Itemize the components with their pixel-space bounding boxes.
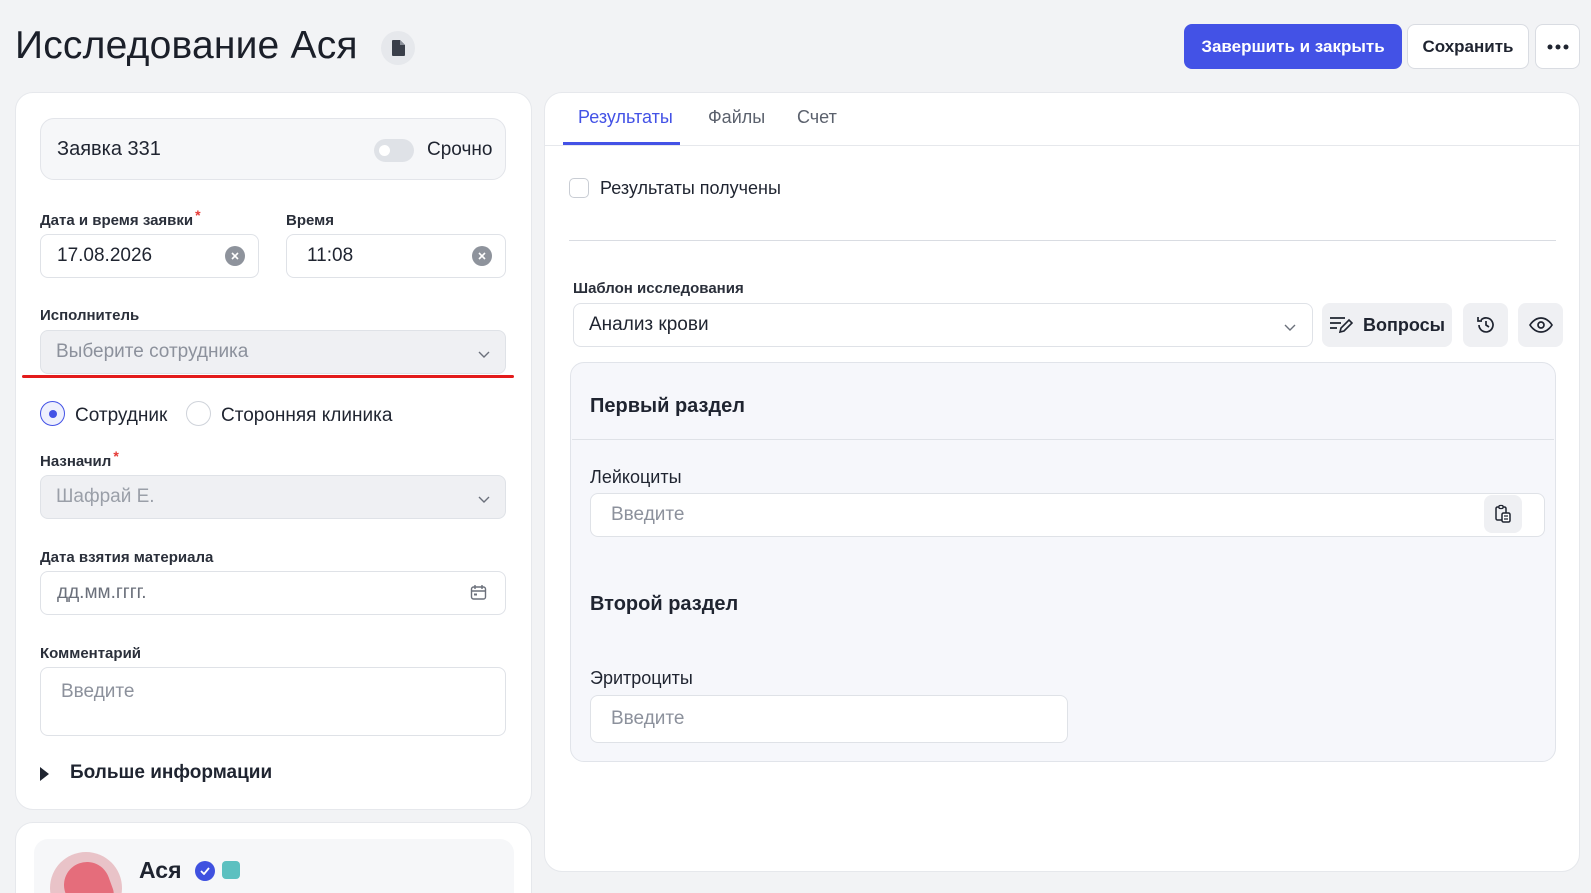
finish-and-close-button[interactable]: Завершить и закрыть — [1184, 24, 1402, 69]
clear-icon[interactable] — [472, 246, 492, 266]
expand-triangle-icon[interactable] — [40, 767, 49, 781]
edit-list-icon — [1329, 317, 1353, 334]
urgent-toggle-knob — [379, 145, 390, 156]
tabs-divider — [545, 145, 1579, 146]
section-title: Второй раздел — [590, 593, 739, 615]
more-info-toggle[interactable]: Больше информации — [70, 762, 272, 784]
tab-results[interactable]: Результаты — [578, 107, 673, 128]
results-received-checkbox[interactable] — [569, 178, 589, 198]
assigned-label: Назначил * — [40, 448, 119, 470]
erythrocytes-input[interactable]: Введите — [590, 695, 1068, 743]
time-label: Время — [286, 212, 334, 229]
results-received-label: Результаты получены — [600, 178, 781, 198]
erythrocytes-placeholder: Введите — [611, 708, 685, 729]
clear-icon[interactable] — [225, 246, 245, 266]
questions-label: Вопросы — [1362, 314, 1445, 335]
tab-invoice[interactable]: Счет — [797, 107, 837, 128]
chevron-down-icon — [478, 351, 490, 358]
leukocytes-input[interactable]: Введите — [590, 493, 1545, 537]
executor-placeholder: Выберите сотрудника — [56, 341, 249, 362]
material-date-input[interactable]: дд.мм.гггг. — [40, 571, 506, 615]
history-icon — [1476, 317, 1494, 333]
paste-button[interactable] — [1484, 495, 1522, 533]
urgent-label: Срочно — [427, 139, 493, 160]
calendar-icon[interactable] — [470, 584, 487, 601]
section-title: Первый раздел — [590, 395, 745, 417]
required-mark: * — [113, 448, 119, 464]
more-icon — [1547, 44, 1568, 49]
radio-employee[interactable] — [40, 401, 65, 426]
executor-select[interactable]: Выберите сотрудника — [40, 330, 506, 374]
radio-clinic[interactable] — [186, 401, 211, 426]
eye-icon — [1528, 317, 1553, 333]
history-button[interactable] — [1463, 303, 1508, 347]
material-date-placeholder: дд.мм.гггг. — [57, 582, 147, 603]
chevron-down-icon — [478, 496, 490, 503]
document-icon — [392, 40, 405, 56]
template-value: Анализ крови — [589, 314, 709, 335]
radio-employee-label: Сотрудник — [75, 405, 168, 426]
tab-files[interactable]: Файлы — [708, 107, 765, 128]
leukocytes-placeholder: Введите — [611, 504, 685, 525]
verified-icon — [195, 861, 215, 881]
comment-label: Комментарий — [40, 645, 142, 662]
material-date-label: Дата взятия материала — [40, 549, 214, 566]
more-button[interactable] — [1535, 24, 1580, 69]
preview-button[interactable] — [1518, 303, 1563, 347]
copy-icon — [1495, 504, 1511, 523]
active-tab-indicator — [563, 142, 680, 145]
comment-placeholder: Введите — [61, 681, 135, 702]
radio-clinic-label: Сторонняя клиника — [221, 405, 393, 426]
date-value: 17.08.2026 — [57, 245, 153, 266]
page-title: Исследование Ася — [15, 24, 358, 67]
template-label: Шаблон исследования — [573, 280, 744, 297]
save-button[interactable]: Сохранить — [1407, 24, 1529, 69]
required-mark: * — [195, 207, 201, 223]
medical-icon — [222, 861, 240, 879]
executor-label: Исполнитель — [40, 307, 140, 324]
date-label: Дата и время заявки * — [40, 207, 201, 229]
assigned-value: Шафрай Е. — [56, 486, 155, 507]
divider — [569, 240, 1556, 241]
order-label: Заявка 331 — [57, 138, 161, 160]
document-button[interactable] — [381, 31, 415, 65]
red-annotation-underline — [22, 375, 514, 378]
field-label-erythrocytes: Эритроциты — [590, 668, 693, 688]
patient-name[interactable]: Ася — [139, 857, 182, 884]
questions-button[interactable]: Вопросы — [1322, 303, 1452, 347]
chevron-down-icon — [1284, 324, 1296, 331]
field-label-leukocytes: Лейкоциты — [590, 467, 682, 487]
comment-textarea[interactable]: Введите — [40, 667, 506, 736]
section-divider — [572, 439, 1554, 440]
template-select[interactable]: Анализ крови — [573, 303, 1313, 347]
time-value: 11:08 — [307, 245, 354, 266]
assigned-select[interactable]: Шафрай Е. — [40, 475, 506, 519]
